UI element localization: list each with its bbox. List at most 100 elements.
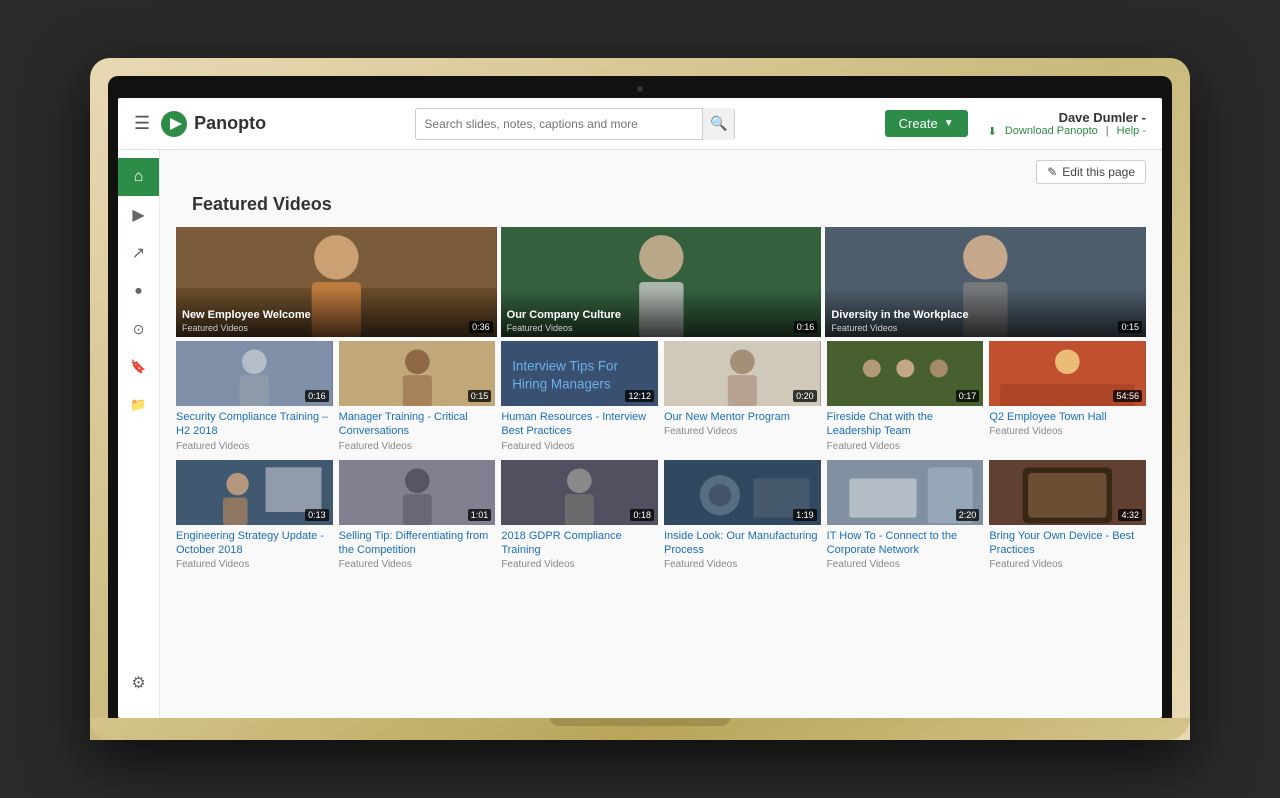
video-card-r2-5[interactable]: 54:56 Q2 Employee Town Hall Featured Vid… [989, 341, 1146, 454]
sidebar-item-settings[interactable]: ⚙ [131, 664, 145, 702]
logo-area[interactable]: Panopto [160, 110, 266, 138]
video-thumb-r3-4: 2:20 [827, 460, 984, 525]
video-category-r3-4: Featured Videos [827, 559, 984, 570]
header-separator: | [1106, 125, 1109, 138]
video-title-r3-5[interactable]: Bring Your Own Device - Best Practices [989, 529, 1146, 558]
download-icon: ⬇ [988, 125, 997, 138]
video-title-r2-3[interactable]: Our New Mentor Program [664, 410, 821, 424]
video-thumb-r3-0: 0:13 [176, 460, 333, 525]
thumb-overlay-1: Our Company Culture Featured Videos [501, 289, 822, 337]
thumb-duration-0: 0:36 [469, 321, 493, 333]
video-title-r2-4[interactable]: Fireside Chat with the Leadership Team [827, 410, 984, 439]
video-info-r2-3: Our New Mentor Program Featured Videos [664, 406, 821, 439]
thumb-title-1: Our Company Culture [507, 309, 816, 322]
video-thumb-r2-4: 0:17 [827, 341, 984, 406]
edit-page-bar: ✎ Edit this page [160, 150, 1162, 190]
video-info-r3-0: Engineering Strategy Update - October 20… [176, 525, 333, 573]
sidebar-item-bookmarks[interactable]: 🔖 [118, 348, 159, 386]
video-card-r2-4[interactable]: 0:17 Fireside Chat with the Leadership T… [827, 341, 984, 454]
video-card-r3-5[interactable]: 4:32 Bring Your Own Device - Best Practi… [989, 460, 1146, 573]
video-title-r3-0[interactable]: Engineering Strategy Update - October 20… [176, 529, 333, 558]
download-panopto-link[interactable]: Download Panopto [1005, 125, 1098, 138]
video-card-r3-3[interactable]: 1:19 Inside Look: Our Manufacturing Proc… [664, 460, 821, 573]
thumb-duration-r2-1: 0:15 [468, 390, 492, 402]
hamburger-icon[interactable]: ☰ [134, 113, 150, 134]
video-card-r3-2[interactable]: 0:18 2018 GDPR Compliance Training Featu… [501, 460, 658, 573]
sidebar-item-record[interactable]: ⏺ [118, 272, 159, 310]
create-label: Create [899, 116, 938, 131]
bookmark-icon: 🔖 [130, 359, 146, 375]
video-category-r3-2: Featured Videos [501, 559, 658, 570]
share-icon: ↗ [132, 243, 145, 263]
thumb-duration-r3-4: 2:20 [956, 509, 980, 521]
thumb-duration-r2-2: 12:12 [625, 390, 654, 402]
svg-text:Interview Tips For: Interview Tips For [513, 359, 619, 374]
video-card-r3-1[interactable]: 1:01 Selling Tip: Differentiating from t… [339, 460, 496, 573]
sidebar-item-share[interactable]: ↗ [118, 234, 159, 272]
thumb-duration-r3-2: 0:18 [630, 509, 654, 521]
video-card-featured-1[interactable]: Our Company Culture Featured Videos 0:16 [501, 227, 822, 337]
video-title-r2-1[interactable]: Manager Training - Critical Conversation… [339, 410, 496, 439]
video-card-featured-0[interactable]: New Employee Welcome Featured Videos 0:3… [176, 227, 497, 337]
video-icon: ▶ [132, 205, 144, 225]
create-button[interactable]: Create ▼ [885, 110, 968, 137]
settings-icon: ⚙ [131, 673, 145, 693]
featured-grid: New Employee Welcome Featured Videos 0:3… [176, 227, 1146, 337]
video-title-r2-2[interactable]: Human Resources - Interview Best Practic… [501, 410, 658, 439]
video-card-r3-0[interactable]: 0:13 Engineering Strategy Update - Octob… [176, 460, 333, 573]
header-right: Dave Dumler - ⬇ Download Panopto | Help … [988, 110, 1146, 138]
video-card-r2-3[interactable]: 0:20 Our New Mentor Program Featured Vid… [664, 341, 821, 454]
thumb-overlay-0: New Employee Welcome Featured Videos [176, 289, 497, 337]
video-card-featured-2[interactable]: Diversity in the Workplace Featured Vide… [825, 227, 1146, 337]
header: ☰ Panopto 🔍 [118, 98, 1162, 150]
sidebar-item-folders[interactable]: 📁 [118, 386, 159, 424]
video-thumb-r2-1: 0:15 [339, 341, 496, 406]
thumb-duration-r2-0: 0:16 [305, 390, 329, 402]
video-info-r2-2: Human Resources - Interview Best Practic… [501, 406, 658, 454]
video-thumb-r2-5: 54:56 [989, 341, 1146, 406]
thumb-duration-r2-4: 0:17 [956, 390, 980, 402]
edit-page-button[interactable]: ✎ Edit this page [1036, 160, 1146, 184]
video-thumb-r2-2: Interview Tips For Hiring Managers 12:12 [501, 341, 658, 406]
search-button[interactable]: 🔍 [702, 108, 734, 140]
video-thumb-r3-2: 0:18 [501, 460, 658, 525]
video-title-r3-2[interactable]: 2018 GDPR Compliance Training [501, 529, 658, 558]
video-title-r2-5[interactable]: Q2 Employee Town Hall [989, 410, 1146, 424]
thumb-duration-2: 0:15 [1118, 321, 1142, 333]
video-info-r3-2: 2018 GDPR Compliance Training Featured V… [501, 525, 658, 573]
video-card-r2-0[interactable]: 0:16 Security Compliance Training – H2 2… [176, 341, 333, 454]
search-input[interactable] [416, 117, 702, 131]
video-info-r2-0: Security Compliance Training – H2 2018 F… [176, 406, 333, 454]
video-title-r3-3[interactable]: Inside Look: Our Manufacturing Process [664, 529, 821, 558]
laptop-screen: ☰ Panopto 🔍 [118, 98, 1162, 718]
thumb-duration-r3-3: 1:19 [793, 509, 817, 521]
header-left: ☰ Panopto [134, 110, 266, 138]
edit-page-label: Edit this page [1062, 165, 1135, 179]
thumb-title-0: New Employee Welcome [182, 309, 491, 322]
sidebar-item-home[interactable]: ⌂ [118, 158, 159, 196]
content-area[interactable]: ✎ Edit this page Featured Videos [160, 150, 1162, 718]
logo-text: Panopto [194, 113, 266, 134]
video-title-r3-1[interactable]: Selling Tip: Differentiating from the Co… [339, 529, 496, 558]
video-title-r3-4[interactable]: IT How To - Connect to the Corporate Net… [827, 529, 984, 558]
video-card-r2-1[interactable]: 0:15 Manager Training - Critical Convers… [339, 341, 496, 454]
sidebar-item-history[interactable]: ⊙ [118, 310, 159, 348]
video-category-r2-5: Featured Videos [989, 426, 1146, 437]
svg-text:Hiring Managers: Hiring Managers [513, 377, 612, 392]
video-category-r3-0: Featured Videos [176, 559, 333, 570]
sidebar-item-videos[interactable]: ▶ [118, 196, 159, 234]
video-category-r2-4: Featured Videos [827, 441, 984, 452]
app-container: ☰ Panopto 🔍 [118, 98, 1162, 718]
video-title-r2-0[interactable]: Security Compliance Training – H2 2018 [176, 410, 333, 439]
pencil-icon: ✎ [1047, 165, 1057, 179]
help-link[interactable]: Help - [1117, 125, 1146, 138]
video-section: Featured Videos [160, 190, 1162, 594]
video-card-r2-2[interactable]: Interview Tips For Hiring Managers 12:12… [501, 341, 658, 454]
video-category-r2-0: Featured Videos [176, 441, 333, 452]
screen-bezel: ☰ Panopto 🔍 [108, 76, 1172, 718]
video-thumb-r2-3: 0:20 [664, 341, 821, 406]
sidebar-bottom: ⚙ [131, 664, 145, 710]
thumb-duration-r2-3: 0:20 [793, 390, 817, 402]
row2-grid: 0:16 Security Compliance Training – H2 2… [176, 341, 1146, 454]
video-card-r3-4[interactable]: 2:20 IT How To - Connect to the Corporat… [827, 460, 984, 573]
